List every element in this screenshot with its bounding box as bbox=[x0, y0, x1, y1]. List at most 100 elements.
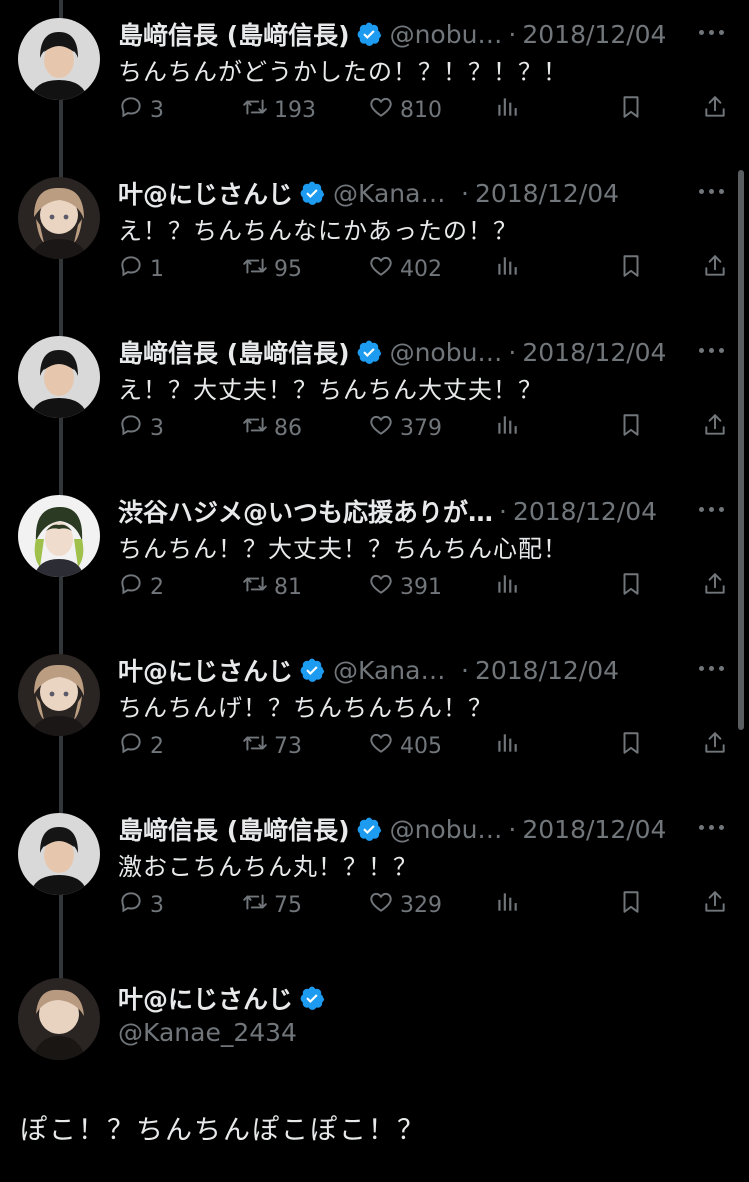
bookmark-button[interactable] bbox=[618, 726, 650, 766]
avatar[interactable] bbox=[18, 336, 100, 418]
more-icon[interactable] bbox=[699, 499, 729, 519]
reply-tweet[interactable]: 島﨑信長 (島﨑信長) @nobu… · 2018/12/04 ちんちんがどうかしたの！… bbox=[0, 0, 749, 159]
reply-count: 2 bbox=[150, 733, 164, 759]
reply-button[interactable]: 3 bbox=[118, 885, 164, 925]
more-icon[interactable] bbox=[699, 340, 729, 360]
bookmark-icon bbox=[618, 412, 650, 444]
share-button[interactable] bbox=[702, 885, 734, 925]
reply-tweet[interactable]: 島﨑信長 (島﨑信長) @nobu… · 2018/12/04 激おこちんちん丸！？！？… bbox=[0, 795, 749, 954]
reply-count: 3 bbox=[150, 892, 164, 918]
author-name[interactable]: 島﨑信長 (島﨑信長) bbox=[118, 334, 350, 370]
retweet-button[interactable]: 86 bbox=[242, 408, 302, 448]
share-button[interactable] bbox=[702, 726, 734, 766]
verified-icon bbox=[300, 658, 325, 682]
avatar[interactable] bbox=[18, 18, 100, 100]
author-name[interactable]: 叶@にじさんじ bbox=[118, 175, 293, 211]
like-button[interactable]: 405 bbox=[368, 726, 442, 766]
tweet-date[interactable]: 2018/12/04 bbox=[522, 20, 666, 49]
like-button[interactable]: 402 bbox=[368, 249, 442, 289]
reply-button[interactable]: 3 bbox=[118, 90, 164, 130]
like-button[interactable]: 329 bbox=[368, 885, 442, 925]
separator-dot: · bbox=[508, 337, 517, 367]
author-handle[interactable]: @Kanae_2… bbox=[333, 656, 455, 685]
share-button[interactable] bbox=[702, 90, 734, 130]
views-button[interactable] bbox=[494, 567, 526, 607]
reply-tweet[interactable]: 叶@にじさんじ @Kanae_2…·2018/12/04 え！？ちんちんなにかあった… bbox=[0, 159, 749, 318]
author-handle[interactable]: @nobu… bbox=[390, 815, 503, 844]
reply-button[interactable]: 2 bbox=[118, 726, 164, 766]
tweet-date[interactable]: 2018/12/04 bbox=[522, 338, 666, 367]
like-icon bbox=[368, 571, 400, 603]
bookmark-button[interactable] bbox=[618, 567, 650, 607]
like-button[interactable]: 810 bbox=[368, 90, 442, 130]
more-icon[interactable] bbox=[699, 817, 729, 837]
like-count: 379 bbox=[400, 415, 442, 441]
reply-button[interactable]: 1 bbox=[118, 249, 164, 289]
tweet-text: え！？ちんちんなにかあったの！？ bbox=[118, 217, 518, 245]
author-handle[interactable]: @nobu… bbox=[390, 338, 503, 367]
share-icon bbox=[702, 571, 734, 603]
views-icon bbox=[494, 889, 526, 921]
like-button[interactable]: 379 bbox=[368, 408, 442, 448]
tweet-date[interactable]: 2018/12/04 bbox=[475, 656, 619, 685]
author-handle[interactable]: @nobu… bbox=[390, 20, 503, 49]
views-button[interactable] bbox=[494, 726, 526, 766]
retweet-button[interactable]: 193 bbox=[242, 90, 316, 130]
action-bar: 3 193 810 bbox=[118, 90, 730, 130]
reply-button[interactable]: 3 bbox=[118, 408, 164, 448]
views-button[interactable] bbox=[494, 885, 526, 925]
author-name[interactable]: 叶@にじさんじ bbox=[118, 980, 293, 1016]
verified-icon bbox=[357, 340, 381, 364]
author-name[interactable]: 島﨑信長 (島﨑信長) bbox=[118, 16, 350, 52]
reply-icon bbox=[118, 412, 150, 444]
tweet-date[interactable]: 2018/12/04 bbox=[475, 179, 619, 208]
reply-icon bbox=[118, 889, 150, 921]
separator-dot: · bbox=[461, 178, 469, 208]
author-handle[interactable]: @Kanae_2434 bbox=[118, 1018, 297, 1047]
retweet-count: 73 bbox=[274, 733, 302, 759]
share-button[interactable] bbox=[702, 567, 734, 607]
avatar[interactable] bbox=[18, 177, 100, 259]
bookmark-button[interactable] bbox=[618, 249, 650, 289]
retweet-button[interactable]: 95 bbox=[242, 249, 302, 289]
author-name[interactable]: 渋谷ハジメ@いつも応援ありが… bbox=[118, 493, 493, 529]
more-icon[interactable] bbox=[699, 181, 729, 201]
scrollbar[interactable] bbox=[738, 170, 744, 730]
more-icon[interactable] bbox=[699, 22, 729, 42]
avatar[interactable] bbox=[18, 813, 100, 895]
reply-button[interactable]: 2 bbox=[118, 567, 164, 607]
bookmark-icon bbox=[618, 730, 650, 762]
retweet-button[interactable]: 75 bbox=[242, 885, 302, 925]
share-icon bbox=[702, 889, 734, 921]
retweet-button[interactable]: 73 bbox=[242, 726, 302, 766]
views-button[interactable] bbox=[494, 249, 526, 289]
like-button[interactable]: 391 bbox=[368, 567, 442, 607]
retweet-button[interactable]: 81 bbox=[242, 567, 302, 607]
main-tweet[interactable]: 叶@にじさんじ @Kanae_2434 ぽこ！？ちんちんぽこぽこ！？ bbox=[0, 968, 749, 1182]
tweet-date[interactable]: 2018/12/04 bbox=[513, 497, 657, 526]
verified-icon bbox=[300, 986, 325, 1010]
bookmark-button[interactable] bbox=[618, 885, 650, 925]
author-name[interactable]: 叶@にじさんじ bbox=[118, 652, 293, 688]
views-button[interactable] bbox=[494, 90, 526, 130]
tweet-date[interactable]: 2018/12/04 bbox=[522, 815, 666, 844]
author-name[interactable]: 島﨑信長 (島﨑信長) bbox=[118, 811, 350, 847]
like-icon bbox=[368, 253, 400, 285]
bookmark-button[interactable] bbox=[618, 90, 650, 130]
avatar[interactable] bbox=[18, 495, 100, 577]
share-button[interactable] bbox=[702, 249, 734, 289]
avatar[interactable] bbox=[18, 654, 100, 736]
verified-icon bbox=[300, 181, 325, 205]
reply-tweet[interactable]: 渋谷ハジメ@いつも応援ありが… · 2018/12/04 ちんちん！？大丈夫！？ちんち… bbox=[0, 477, 749, 636]
share-button[interactable] bbox=[702, 408, 734, 448]
bookmark-button[interactable] bbox=[618, 408, 650, 448]
reply-tweet[interactable]: 島﨑信長 (島﨑信長) @nobu… · 2018/12/04 え！？大丈夫！？ちんちん… bbox=[0, 318, 749, 477]
avatar[interactable] bbox=[18, 978, 100, 1060]
reply-icon bbox=[118, 253, 150, 285]
author-handle[interactable]: @Kanae_2… bbox=[333, 179, 455, 208]
views-button[interactable] bbox=[494, 408, 526, 448]
reply-count: 2 bbox=[150, 574, 164, 600]
more-icon[interactable] bbox=[699, 658, 729, 678]
reply-tweet[interactable]: 叶@にじさんじ @Kanae_2…·2018/12/04 ちんちんげ！？ちんちんちん… bbox=[0, 636, 749, 795]
share-icon bbox=[702, 253, 734, 285]
